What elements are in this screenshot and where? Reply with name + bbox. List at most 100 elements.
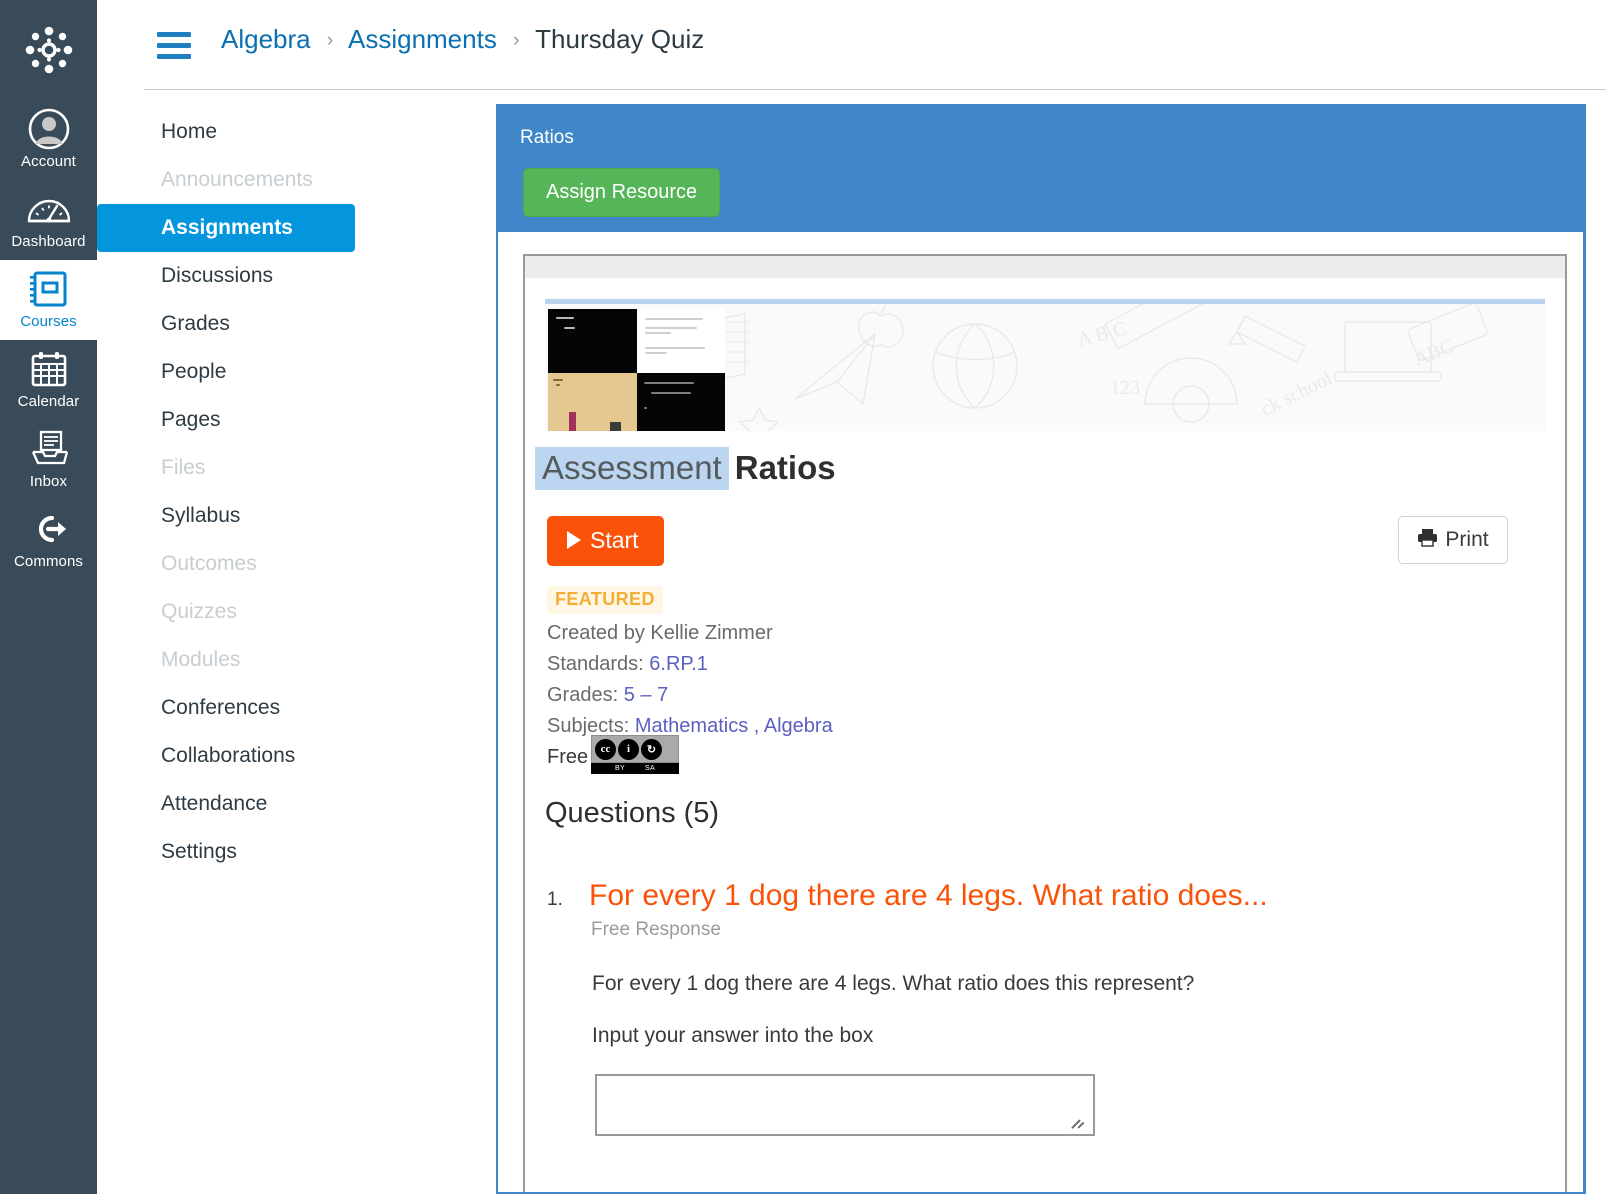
printer-icon <box>1417 528 1438 553</box>
global-nav-item-account[interactable]: Account <box>0 100 97 180</box>
cc-glyph: cc <box>595 738 616 760</box>
meta-created-by-label: Created by <box>547 622 651 644</box>
resource-type-badge: Assessment <box>535 447 729 490</box>
thumbnail-slide-1 <box>548 309 637 373</box>
course-nav-item-attendance[interactable]: Attendance <box>97 780 355 828</box>
course-nav-item-home[interactable]: Home <box>97 108 355 156</box>
hamburger-bar <box>157 43 191 48</box>
thumbnail-slide-2 <box>636 309 725 373</box>
svg-text:ABC: ABC <box>1411 335 1457 371</box>
cc-by-label: BY <box>615 765 625 772</box>
meta-grades: Grades: 5 – 7 <box>547 682 668 708</box>
print-button[interactable]: Print <box>1398 516 1508 564</box>
svg-text:A B C: A B C <box>1075 317 1129 350</box>
meta-subjects-value[interactable]: Mathematics , Algebra <box>635 715 833 737</box>
course-navigation: Home Announcements Assignments Discussio… <box>97 108 457 876</box>
print-button-label: Print <box>1445 528 1489 551</box>
meta-grades-label: Grades: <box>547 684 624 706</box>
preview-card-body: A B C ABC 123 ck school Assessment Ratio… <box>525 278 1565 1192</box>
course-nav-item-collaborations[interactable]: Collaborations <box>97 732 355 780</box>
dashboard-gauge-icon <box>26 186 72 232</box>
cc-sa-glyph: ↻ <box>641 738 662 760</box>
resource-preview-card: A B C ABC 123 ck school Assessment Ratio… <box>523 254 1567 1192</box>
course-nav-item-people[interactable]: People <box>97 348 355 396</box>
featured-badge: FEATURED <box>547 586 663 614</box>
meta-standards-value[interactable]: 6.RP.1 <box>649 653 708 675</box>
hamburger-bar <box>157 32 191 37</box>
course-nav-item-files[interactable]: Files <box>97 444 355 492</box>
global-nav-label: Dashboard <box>11 233 86 250</box>
inbox-tray-icon <box>29 426 69 472</box>
resource-banner: A B C ABC 123 ck school <box>545 299 1545 431</box>
thumbnail-slide-4 <box>636 373 725 431</box>
course-nav-item-announcements[interactable]: Announcements <box>97 156 355 204</box>
course-nav-item-outcomes[interactable]: Outcomes <box>97 540 355 588</box>
question-number: 1. <box>547 889 563 910</box>
meta-standards-label: Standards: <box>547 653 650 675</box>
global-nav-item-calendar[interactable]: Calendar <box>0 340 97 420</box>
courses-book-icon <box>29 266 69 312</box>
global-nav-label: Inbox <box>29 473 68 490</box>
course-nav-item-grades[interactable]: Grades <box>97 300 355 348</box>
resource-thumbnail-strip <box>548 309 725 431</box>
meta-price: Free <box>547 746 589 768</box>
breadcrumb: Algebra › Assignments › Thursday Quiz <box>221 22 704 60</box>
global-nav-item-dashboard[interactable]: Dashboard <box>0 180 97 260</box>
cc-sa-label: SA <box>645 765 655 772</box>
global-nav-label: Calendar <box>17 393 80 410</box>
cc-by-glyph: i <box>618 738 639 760</box>
global-nav-item-inbox[interactable]: Inbox <box>0 420 97 500</box>
resource-name: Ratios <box>734 449 836 486</box>
global-navigation: Account Dashboard Courses Calendar Inbox… <box>0 0 97 1194</box>
canvas-app-window: Account Dashboard Courses Calendar Inbox… <box>0 0 1606 1194</box>
global-nav-item-courses[interactable]: Courses <box>0 260 97 340</box>
global-nav-label: Courses <box>20 313 77 330</box>
meta-created-by-value: Kellie Zimmer <box>650 622 773 644</box>
hamburger-bar <box>157 54 191 59</box>
breadcrumb-separator: › <box>513 30 520 51</box>
lti-panel-title: Ratios <box>520 127 574 148</box>
resource-title-row: Assessment Ratios <box>535 447 836 490</box>
lti-resource-frame: Ratios Assign Resource A B C ABC 123 ck … <box>496 104 1586 1194</box>
start-button[interactable]: Start <box>547 516 664 566</box>
start-button-label: Start <box>590 527 639 553</box>
creative-commons-by-sa-icon[interactable]: cc i ↻ <box>591 735 679 763</box>
page-header: Algebra › Assignments › Thursday Quiz <box>97 0 1606 90</box>
canvas-logo[interactable] <box>0 0 97 100</box>
question-prompt: For every 1 dog there are 4 legs. What r… <box>592 972 1195 995</box>
lti-header-bar: Ratios Assign Resource <box>498 106 1583 232</box>
assign-resource-button[interactable]: Assign Resource <box>523 168 721 217</box>
course-nav-item-assignments[interactable]: Assignments <box>97 204 355 252</box>
question-instruction: Input your answer into the box <box>592 1024 874 1047</box>
course-nav-item-pages[interactable]: Pages <box>97 396 355 444</box>
course-nav-item-syllabus[interactable]: Syllabus <box>97 492 355 540</box>
course-nav-item-discussions[interactable]: Discussions <box>97 252 355 300</box>
play-triangle-icon <box>567 531 581 549</box>
course-nav-item-modules[interactable]: Modules <box>97 636 355 684</box>
questions-heading: Questions (5) <box>545 797 720 829</box>
global-nav-item-commons[interactable]: Commons <box>0 500 97 580</box>
calendar-icon <box>29 346 69 392</box>
header-divider <box>144 89 1606 90</box>
breadcrumb-item-course[interactable]: Algebra <box>221 24 311 54</box>
svg-text:123: 123 <box>1110 377 1140 399</box>
commons-arrow-icon <box>28 506 70 552</box>
thumbnail-slide-3 <box>548 373 637 431</box>
meta-subjects: Subjects: Mathematics , Algebra <box>547 713 833 739</box>
breadcrumb-item-assignments[interactable]: Assignments <box>348 24 497 54</box>
meta-created-by: Created by Kellie Zimmer <box>547 620 773 646</box>
breadcrumb-separator: › <box>326 30 334 51</box>
preview-card-toolbar <box>525 256 1565 278</box>
hamburger-menu-icon[interactable] <box>157 32 191 59</box>
course-nav-item-settings[interactable]: Settings <box>97 828 355 876</box>
course-nav-item-conferences[interactable]: Conferences <box>97 684 355 732</box>
meta-grades-value[interactable]: 5 – 7 <box>624 684 668 706</box>
answer-textarea[interactable] <box>595 1074 1095 1136</box>
meta-subjects-label: Subjects: <box>547 715 635 737</box>
question-title[interactable]: For every 1 dog there are 4 legs. What r… <box>589 878 1268 914</box>
user-avatar-icon <box>27 106 71 152</box>
svg-text:ck school: ck school <box>1258 367 1336 420</box>
breadcrumb-item-current: Thursday Quiz <box>535 24 705 54</box>
course-nav-item-quizzes[interactable]: Quizzes <box>97 588 355 636</box>
global-nav-label: Account <box>21 153 76 170</box>
